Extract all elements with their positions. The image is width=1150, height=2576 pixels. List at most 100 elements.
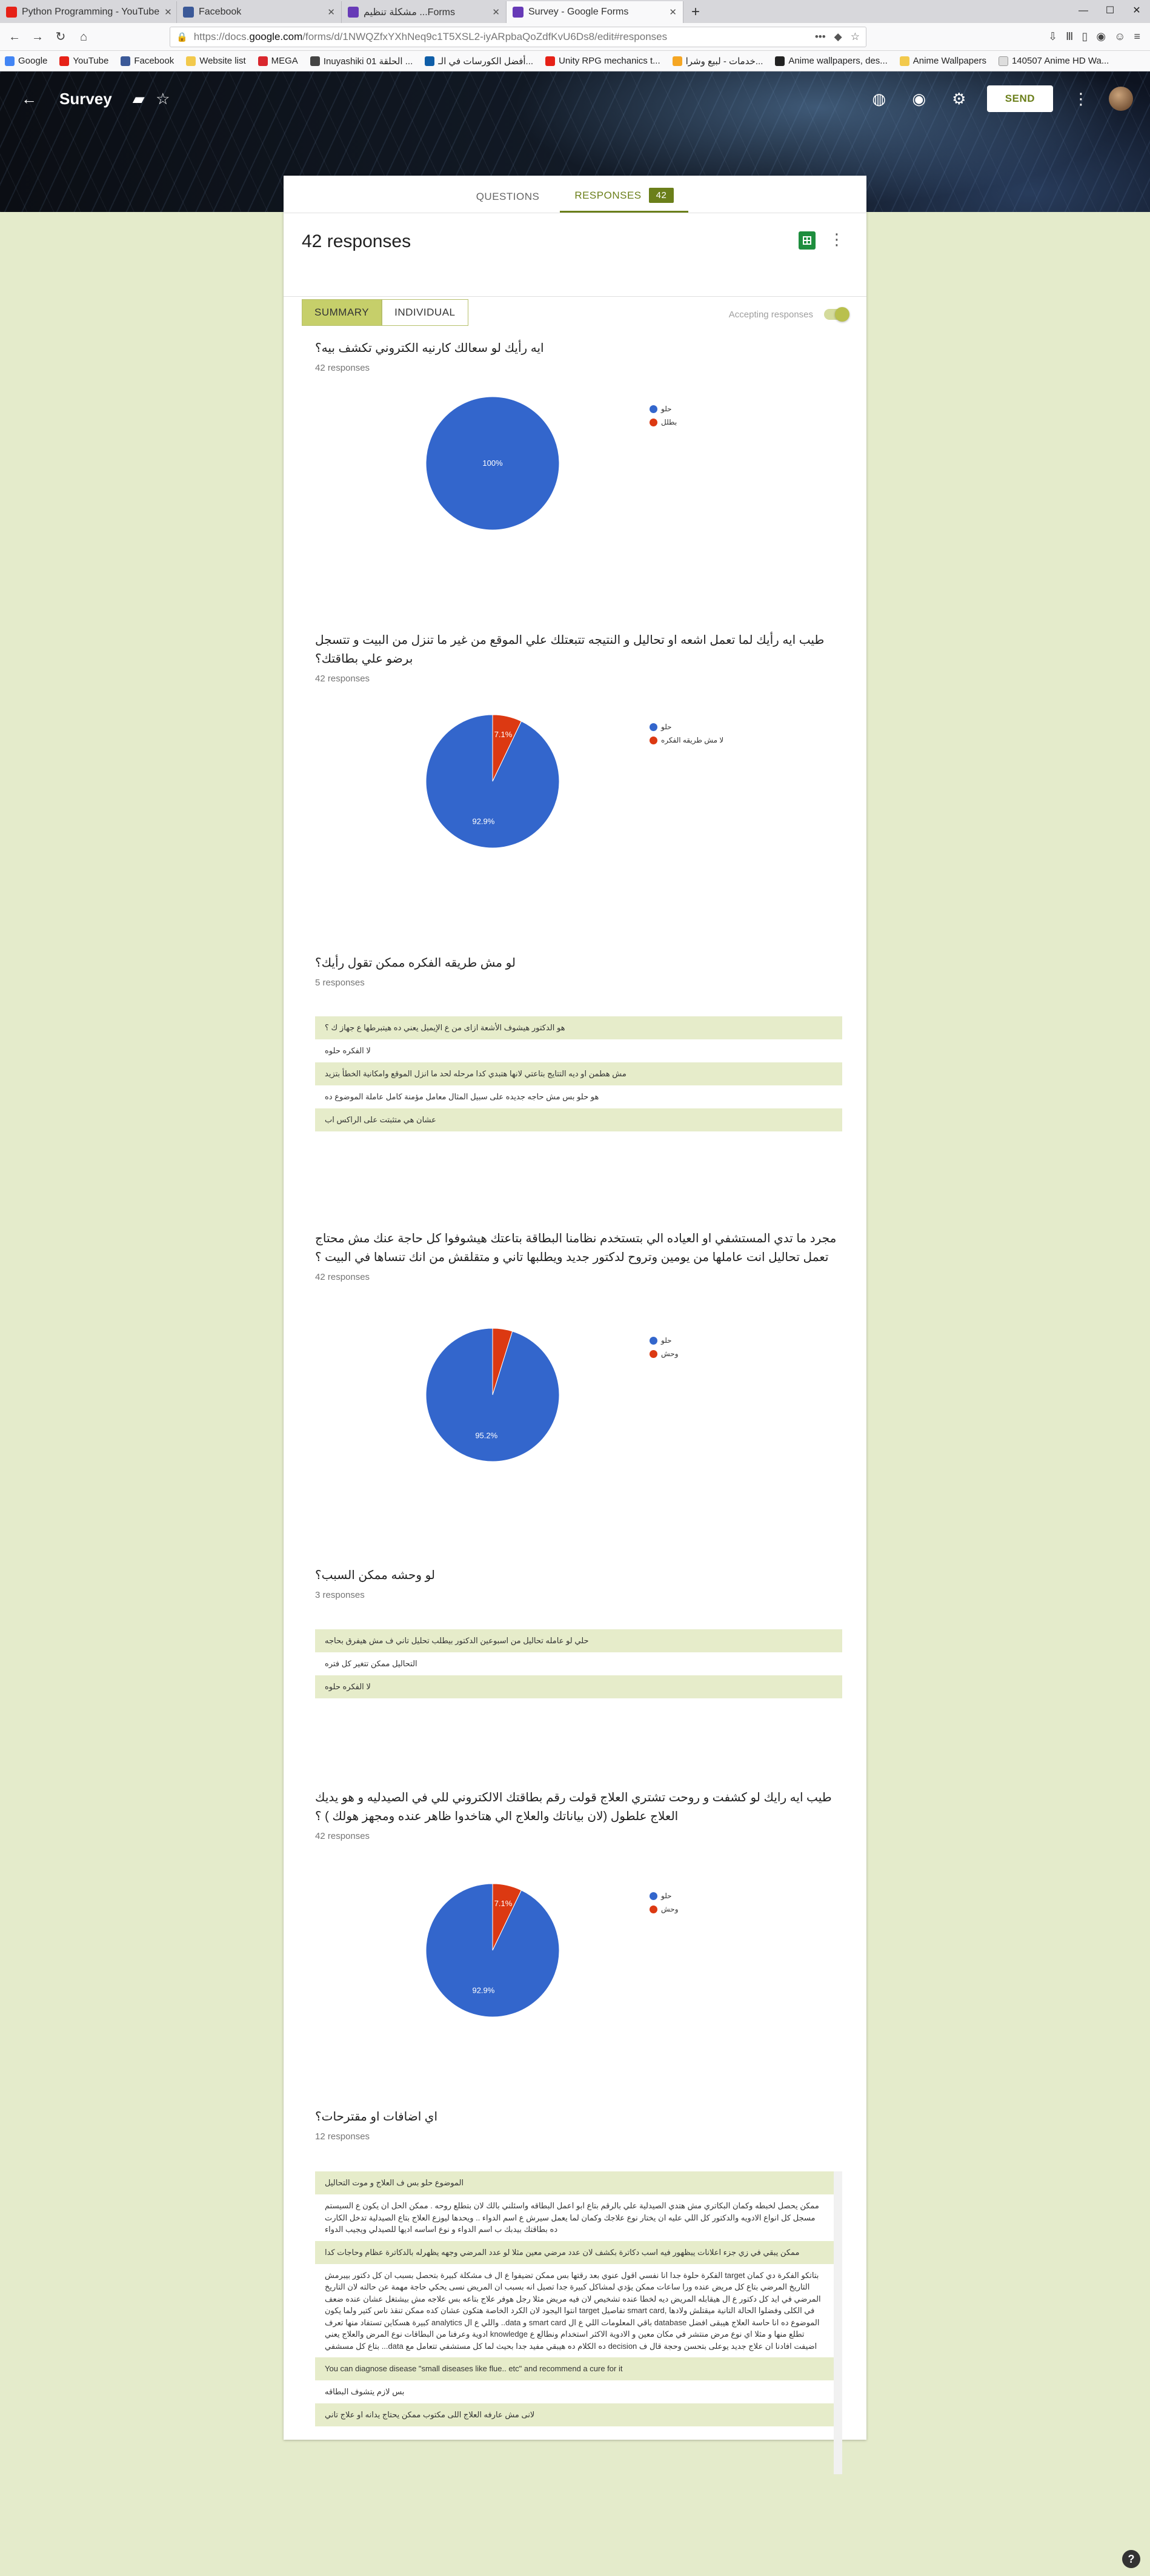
individual-button[interactable]: INDIVIDUAL bbox=[382, 299, 468, 326]
question-block: اي اضافات او مقترحات؟ 12 responses bbox=[315, 2108, 842, 2142]
bookmark-google[interactable]: Google bbox=[5, 56, 47, 66]
browser-tab-facebook[interactable]: Facebook ✕ bbox=[177, 1, 342, 23]
close-tab-icon[interactable]: ✕ bbox=[669, 7, 677, 18]
maximize-icon[interactable]: ☐ bbox=[1097, 0, 1123, 23]
chart-legend: حلو بطلل bbox=[650, 405, 677, 431]
summary-button[interactable]: SUMMARY bbox=[302, 299, 382, 326]
facebook-favicon-icon bbox=[183, 7, 194, 18]
back-icon[interactable]: ← bbox=[5, 27, 24, 47]
extension-icon[interactable]: ◉ bbox=[1096, 30, 1106, 43]
responses-card: QUESTIONS RESPONSES 42 42 responses ⋮ SU… bbox=[284, 176, 866, 2474]
account-icon[interactable]: ☺ bbox=[1114, 30, 1125, 43]
chart-legend: حلو لا مش طريقه الفكره bbox=[650, 723, 723, 749]
pie-slice[interactable] bbox=[425, 1883, 560, 2018]
bookmark-label: أفضل الكورسات في الـ... bbox=[438, 56, 534, 67]
response-count: 5 responses bbox=[315, 978, 365, 988]
bookmark-youtube[interactable]: YouTube bbox=[59, 56, 108, 66]
more-vert-icon[interactable]: ⋮ bbox=[1069, 90, 1093, 108]
answer-item: بس لازم يتشوف البطاقه bbox=[315, 2380, 834, 2403]
minimize-icon[interactable]: — bbox=[1070, 0, 1097, 23]
close-tab-icon[interactable]: ✕ bbox=[164, 7, 172, 18]
url-bar[interactable]: 🔒 https://docs.google.com/forms/d/1NWQZf… bbox=[170, 26, 866, 47]
tab-label: Facebook bbox=[199, 7, 242, 17]
accepting-responses: Accepting responses bbox=[728, 307, 849, 322]
browser-tab-survey[interactable]: Survey - Google Forms ✕ bbox=[507, 1, 683, 23]
close-tab-icon[interactable]: ✕ bbox=[327, 7, 335, 18]
reload-icon[interactable]: ↻ bbox=[51, 27, 70, 47]
sidebar-icon[interactable]: ▯ bbox=[1082, 30, 1088, 43]
url-path: /forms/d/1NWQZfxYXhNeq9c1T5XSL2-iyARpbaQ… bbox=[302, 30, 668, 42]
avatar[interactable] bbox=[1109, 87, 1133, 111]
close-tab-icon[interactable]: ✕ bbox=[492, 7, 500, 18]
back-arrow-icon[interactable]: ← bbox=[17, 90, 41, 108]
answer-item: لا الفكره حلوه bbox=[315, 1039, 842, 1062]
bookmark-website-list[interactable]: Website list bbox=[186, 56, 246, 66]
forward-icon[interactable]: → bbox=[28, 27, 47, 47]
bookmark-courses[interactable]: أفضل الكورسات في الـ... bbox=[425, 56, 533, 67]
accepting-toggle[interactable] bbox=[824, 307, 849, 322]
bookmark-star-icon[interactable]: ☆ bbox=[851, 31, 860, 43]
question-title: ايه رأيك لو سعالك كارنيه الكتروني تكشف ب… bbox=[315, 342, 544, 355]
scrollbar-thumb[interactable] bbox=[834, 2181, 842, 2345]
tab-responses[interactable]: RESPONSES 42 bbox=[560, 188, 689, 213]
send-button[interactable]: SEND bbox=[986, 85, 1053, 112]
legend-label: حلو bbox=[661, 723, 672, 731]
library-icon[interactable]: Ⅲ bbox=[1066, 30, 1073, 43]
bookmark-inuyashiki[interactable]: Inuyashiki 01 الحلقة ... bbox=[310, 56, 413, 67]
bookmark-anime-hd[interactable]: 140507 Anime HD Wa... bbox=[998, 56, 1109, 66]
bookmark-anime-wallpapers[interactable]: Anime Wallpapers bbox=[899, 56, 986, 66]
question-title: لو مش طريقه الفكره ممكن تقول رأيك؟ bbox=[315, 956, 516, 970]
download-icon[interactable]: ⇩ bbox=[1048, 30, 1057, 43]
accepting-label: Accepting responses bbox=[728, 309, 813, 320]
browser-tab-forms-arabic[interactable]: مشكلة تنظيم ...Forms ✕ bbox=[342, 1, 507, 23]
forms-favicon-icon bbox=[348, 7, 359, 18]
question-title: طيب ايه رأيك لما تعمل اشعه او تحاليل و ا… bbox=[315, 634, 825, 666]
bookmark-unity-rpg[interactable]: Unity RPG mechanics t... bbox=[545, 56, 660, 66]
suggestions-scroll-list[interactable]: الموضوع حلو بس ف العلاج و موت التحاليل م… bbox=[315, 2171, 842, 2474]
star-icon[interactable]: ☆ bbox=[151, 90, 175, 108]
page-actions-icon[interactable]: ••• bbox=[815, 31, 826, 43]
bookmark-facebook[interactable]: Facebook bbox=[121, 56, 174, 66]
question-title: مجرد ما تدي المستشفي او العياده الي بتست… bbox=[315, 1232, 837, 1264]
palette-icon[interactable]: ◍ bbox=[867, 90, 891, 108]
browser-nav-bar: ← → ↻ ⌂ 🔒 https://docs.google.com/forms/… bbox=[0, 23, 1150, 51]
legend-swatch bbox=[650, 723, 657, 731]
view-toggle: SUMMARY INDIVIDUAL bbox=[302, 299, 468, 326]
scroll-down-arrow-icon[interactable]: ▼ bbox=[834, 2466, 842, 2474]
pocket-icon[interactable]: ◆ bbox=[834, 31, 842, 43]
pie-slice[interactable] bbox=[425, 714, 560, 849]
mega-icon bbox=[258, 56, 268, 66]
bookmark-anime-wallpapers-des[interactable]: Anime wallpapers, des... bbox=[775, 56, 888, 66]
shield-icon bbox=[425, 56, 435, 66]
help-icon[interactable]: ? bbox=[1122, 2550, 1140, 2568]
question-title: لو وحشه ممكن السبب؟ bbox=[315, 1569, 436, 1582]
new-tab-button[interactable]: + bbox=[683, 1, 708, 23]
settings-gear-icon[interactable]: ⚙ bbox=[947, 90, 971, 108]
scroll-up-arrow-icon[interactable]: ▲ bbox=[834, 2171, 842, 2180]
answer-item: عشان هي متثبتت على الراكس اب bbox=[315, 1108, 842, 1131]
site-icon bbox=[310, 56, 320, 66]
answer-item: الموضوع حلو بس ف العلاج و موت التحاليل bbox=[315, 2171, 834, 2194]
more-vert-icon[interactable]: ⋮ bbox=[829, 230, 845, 249]
folder-icon[interactable]: ▰ bbox=[127, 90, 151, 108]
bookmark-mega[interactable]: MEGA bbox=[258, 56, 298, 66]
pie-slice-label: 7.1% bbox=[494, 730, 513, 739]
preview-eye-icon[interactable]: ◉ bbox=[907, 90, 931, 108]
menu-icon[interactable]: ≡ bbox=[1134, 30, 1140, 43]
tab-questions[interactable]: QUESTIONS bbox=[462, 191, 554, 213]
legend-item: لا مش طريقه الفكره bbox=[650, 736, 723, 744]
url-domain: google.com bbox=[249, 30, 303, 42]
pie-chart: 100% bbox=[425, 396, 560, 531]
answer-item: ممكن يبقي في زي جزء اعلانات يبظهور فيه ا… bbox=[315, 2240, 834, 2264]
pie-chart: 7.1% 92.9% bbox=[425, 714, 560, 849]
pie-slice[interactable] bbox=[425, 1328, 560, 1462]
home-icon[interactable]: ⌂ bbox=[74, 27, 93, 47]
answer-item: حلي لو عامله تحاليل من اسبوعين الدكتور ب… bbox=[315, 1629, 842, 1652]
bookmark-services[interactable]: خدمات - لبيع وشرا... bbox=[672, 56, 763, 67]
question-block: مجرد ما تدي المستشفي او العياده الي بتست… bbox=[315, 1230, 842, 1282]
close-window-icon[interactable]: ✕ bbox=[1123, 0, 1150, 23]
browser-tab-youtube[interactable]: Python Programming - YouTube ✕ bbox=[0, 1, 177, 23]
response-count: 42 responses bbox=[315, 674, 370, 684]
sheets-icon[interactable] bbox=[799, 231, 816, 250]
answer-item: You can diagnose disease "small diseases… bbox=[315, 2357, 834, 2380]
